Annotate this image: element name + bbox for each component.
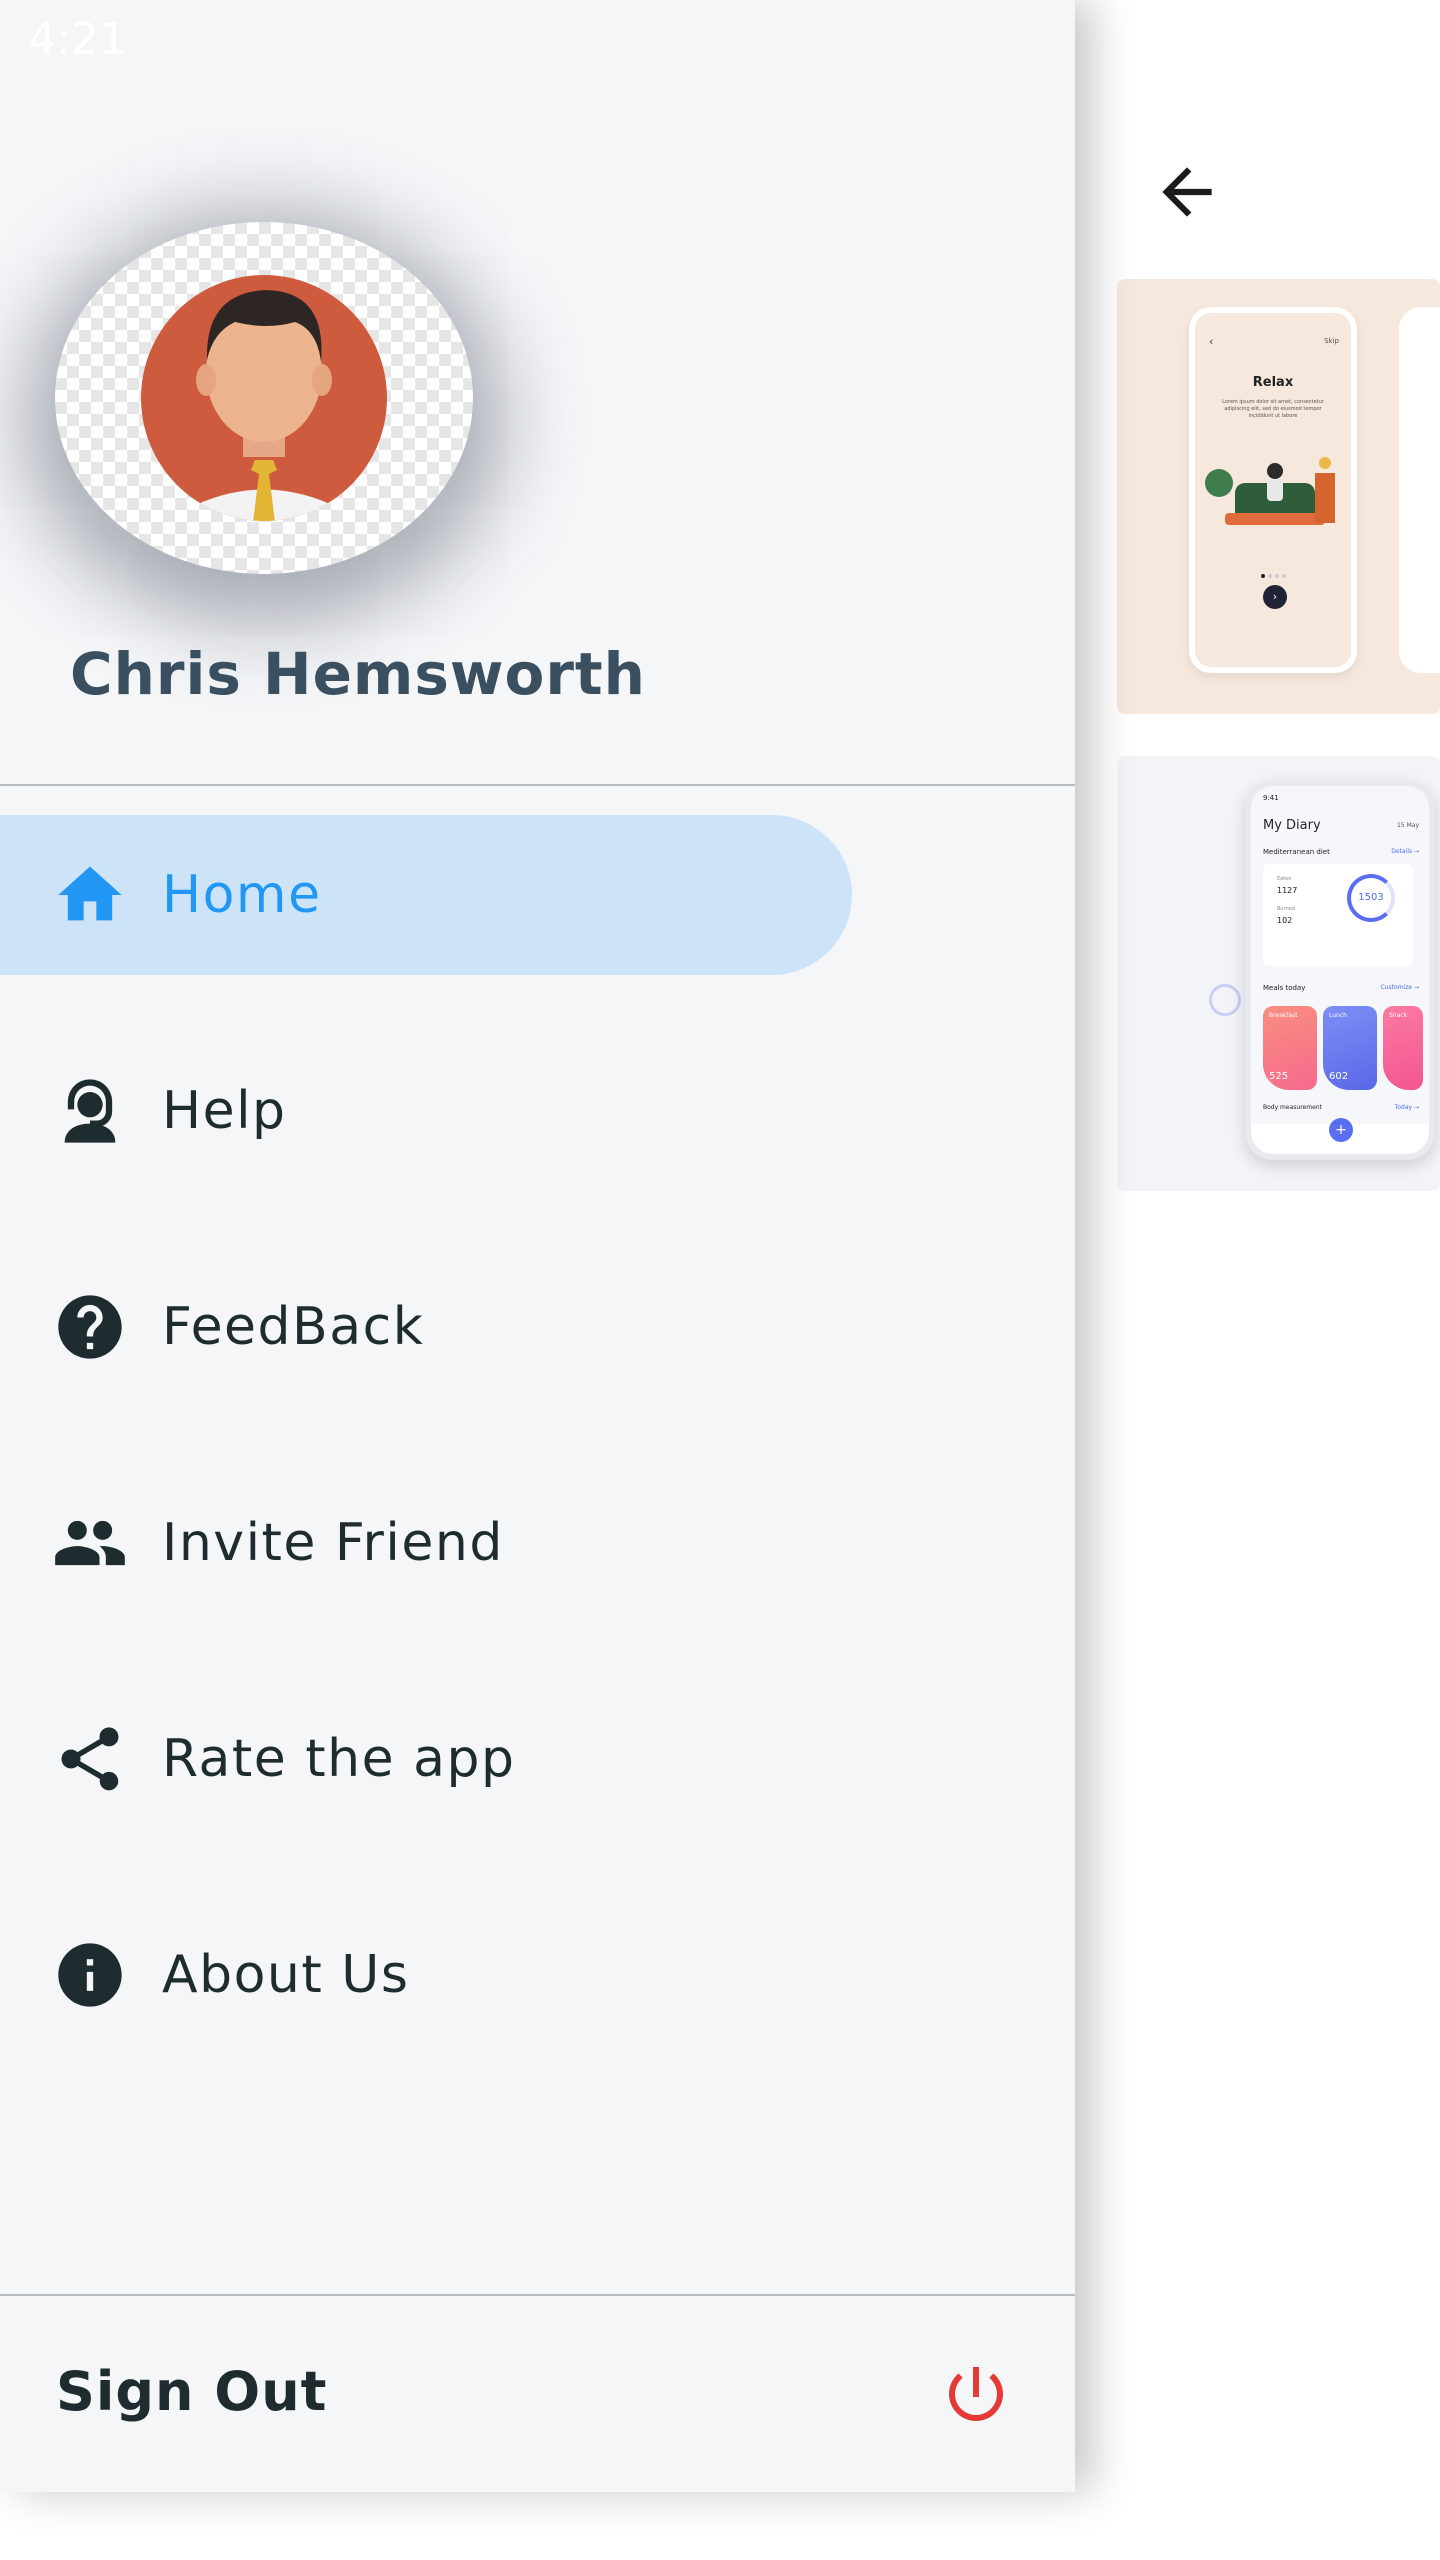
meal-name: Lunch (1329, 1012, 1347, 1019)
status-bar-time: 4:21 (28, 14, 127, 65)
sign-out-label: Sign Out (56, 2360, 328, 2423)
menu-item-help[interactable]: Help (0, 1031, 1075, 1191)
kcal-ring: 1503 (1347, 874, 1395, 922)
menu-label: FeedBack (162, 1297, 425, 1357)
meals-title: Meals today (1263, 984, 1306, 992)
chevron-left-icon: ‹ (1209, 335, 1214, 348)
meal-kcal: 525 (1269, 1071, 1289, 1082)
power-icon[interactable] (940, 2358, 1012, 2430)
preview-card-diary[interactable]: 9:41 My Diary 15 May Mediterranean diet … (1117, 756, 1440, 1191)
menu-item-rate-app[interactable]: Rate the app (0, 1679, 1075, 1839)
menu-item-home[interactable]: Home (0, 815, 1075, 975)
loading-spinner (1209, 984, 1241, 1016)
relax-text: Lorem ipsum dolor sit amet, consectetur … (1222, 399, 1324, 419)
meal-name: Snack (1389, 1012, 1408, 1019)
phone-mockup: 9:41 My Diary 15 May Mediterranean diet … (1245, 780, 1435, 1160)
diary-date: 15 May (1397, 822, 1419, 829)
phone-mockup: ‹ Skip Relax Lorem ipsum dolor sit amet,… (1189, 307, 1357, 673)
share-icon (61, 1727, 119, 1791)
eaten-value: 1127 (1277, 886, 1298, 895)
body-measurement-label: Body measurement (1263, 1104, 1322, 1111)
avatar[interactable] (55, 222, 473, 574)
relax-illustration (1205, 457, 1335, 525)
relax-title: Relax (1252, 375, 1294, 390)
chevron-right-icon: › (1263, 585, 1287, 609)
skip-label: Skip (1324, 337, 1339, 345)
user-name: Chris Hemsworth (70, 640, 646, 708)
support-agent-icon (64, 1079, 116, 1143)
avatar-illustration (141, 275, 387, 521)
menu-label: About Us (162, 1945, 410, 2005)
menu-label: Home (162, 865, 322, 925)
preview-card-relax[interactable]: ‹ Skip Relax Lorem ipsum dolor sit amet,… (1117, 279, 1440, 714)
meal-card-snack: Snack (1383, 1006, 1423, 1090)
sign-out-button[interactable]: Sign Out (0, 2296, 1075, 2492)
meal-card-breakfast: Breakfast 525 (1263, 1006, 1317, 1090)
add-icon: + (1329, 1118, 1353, 1142)
phone-mockup-partial (1399, 307, 1440, 673)
eaten-label: Eaten (1277, 876, 1292, 882)
menu-item-about-us[interactable]: About Us (0, 1895, 1075, 2055)
navigation-drawer: 4:21 Chris Hemsworth Home Help FeedBack … (0, 0, 1075, 2492)
today-link: Today → (1394, 1104, 1419, 1111)
menu-item-invite-friend[interactable]: Invite Friend (0, 1463, 1075, 1623)
menu-label: Rate the app (162, 1729, 516, 1789)
people-icon (55, 1520, 125, 1566)
customize-link: Customize → (1380, 984, 1419, 991)
help-circle-icon (58, 1295, 122, 1359)
menu-label: Invite Friend (162, 1513, 504, 1573)
menu-item-feedback[interactable]: FeedBack (0, 1247, 1075, 1407)
page-dots (1261, 563, 1289, 582)
menu-label: Help (162, 1081, 287, 1141)
burned-value: 102 (1277, 916, 1293, 925)
diary-title: My Diary (1263, 818, 1321, 833)
burned-label: Burned (1277, 906, 1295, 912)
diet-label: Mediterranean diet (1263, 848, 1330, 856)
phone-time: 9:41 (1263, 794, 1279, 802)
meal-name: Breakfast (1269, 1012, 1298, 1019)
diet-summary: Eaten 1127 Burned 102 1503 (1263, 864, 1413, 966)
divider (0, 784, 1075, 786)
meal-card-lunch: Lunch 602 (1323, 1006, 1377, 1090)
info-icon (58, 1943, 122, 2007)
meal-kcal: 602 (1329, 1071, 1349, 1082)
home-icon (58, 866, 122, 921)
phone-bottom-nav: + (1251, 1118, 1429, 1154)
details-link: Details → (1391, 848, 1419, 855)
arrow-back-icon[interactable] (1150, 155, 1224, 229)
